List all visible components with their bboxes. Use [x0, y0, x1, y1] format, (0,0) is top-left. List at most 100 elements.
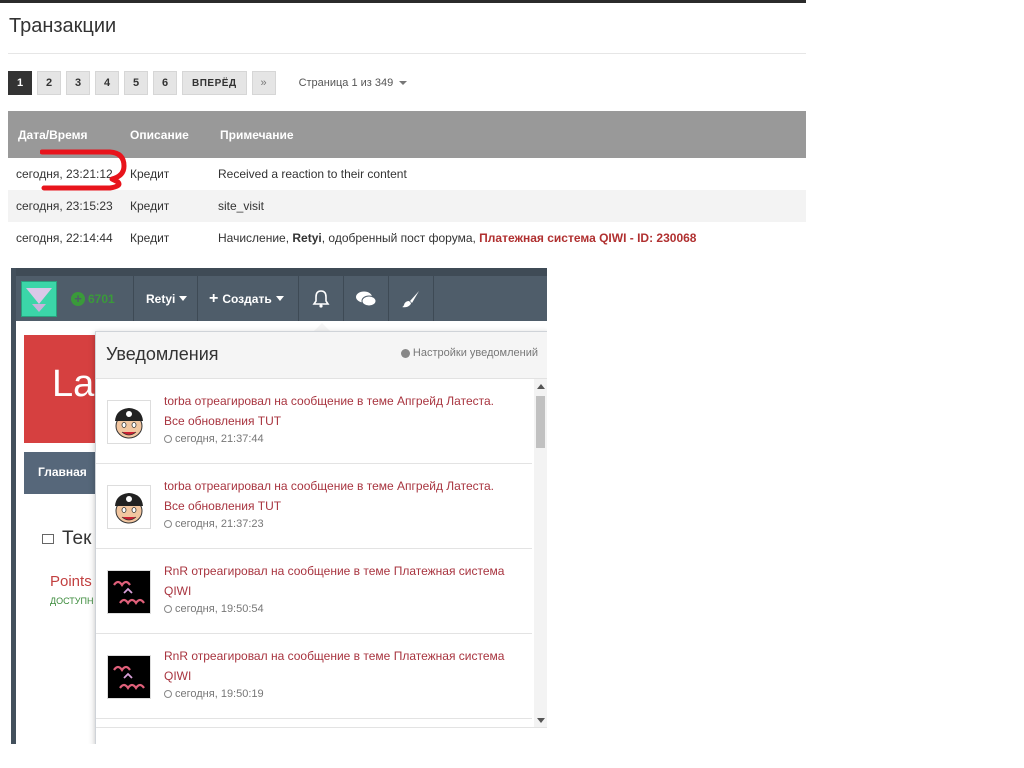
create-label: Создать — [222, 291, 272, 306]
notification-line: RnR отреагировал на сообщение в теме Пла… — [164, 564, 505, 578]
time-label: сегодня, 21:37:44 — [175, 433, 264, 445]
list-item[interactable]: RnR отреагировал на сообщение в теме Пла… — [96, 549, 532, 634]
page-button-2[interactable]: 2 — [37, 71, 61, 95]
note-prefix: Начисление, — [218, 231, 293, 245]
background-banner-text: La — [52, 363, 95, 405]
notification-time: сегодня, 19:50:54 — [164, 603, 264, 615]
notification-thread: QIWI — [164, 584, 192, 598]
torba-avatar[interactable] — [107, 400, 151, 444]
notification-line: torba отреагировал на сообщение в теме А… — [164, 394, 494, 408]
nav-home-tab[interactable]: Главная — [38, 465, 87, 479]
notification-time: сегодня, 21:37:23 — [164, 518, 264, 530]
rock-n-roll-logo-icon — [108, 571, 150, 613]
plus-icon: + — [209, 289, 219, 307]
screenshot-left-edge — [11, 268, 16, 744]
notification-thread: QIWI — [164, 669, 192, 683]
cartoon-face-icon — [115, 408, 143, 439]
row-note: Начисление, Retyi, одобренный пост форум… — [218, 222, 806, 254]
list-item[interactable]: torba отреагировал на сообщение в теме А… — [96, 379, 532, 464]
notification-thread: Все обновления TUT — [164, 414, 282, 428]
next-page-button[interactable]: ВПЕРЁД — [182, 71, 247, 95]
points-counter[interactable]: + 6701 — [71, 276, 115, 321]
page-button-6[interactable]: 6 — [153, 71, 177, 95]
rock-n-roll-logo-icon — [108, 656, 150, 698]
rnr-avatar[interactable] — [107, 655, 151, 699]
clock-icon — [164, 605, 172, 613]
notifications-scrollbar[interactable] — [534, 379, 547, 727]
table-row: сегодня, 23:15:23 Кредит site_visit — [8, 190, 806, 222]
notification-settings-link[interactable]: Настройки уведомлений — [400, 347, 538, 359]
user-menu[interactable]: Retyi — [133, 276, 198, 321]
torba-avatar[interactable] — [107, 485, 151, 529]
section-title-text: Тек — [62, 528, 92, 549]
background-available-label: ДОСТУПН — [50, 596, 94, 606]
points-value: 6701 — [88, 291, 115, 306]
cartoon-face-icon — [115, 493, 143, 524]
scroll-thumb[interactable] — [536, 396, 545, 448]
time-label: сегодня, 19:50:54 — [175, 603, 264, 615]
plus-circle-icon: + — [71, 291, 85, 306]
money-icon — [42, 534, 54, 544]
header-description: Описание — [130, 111, 218, 158]
header-note: Примечание — [218, 111, 806, 158]
clock-icon — [164, 690, 172, 698]
page-button-1[interactable]: 1 — [8, 71, 32, 95]
notification-settings-label: Настройки уведомлений — [412, 347, 538, 359]
background-section-title: Тек — [42, 528, 91, 550]
conversations-button[interactable] — [344, 276, 389, 321]
row-description: Кредит — [130, 190, 218, 222]
brush-icon — [402, 290, 419, 307]
notifications-button[interactable] — [299, 276, 344, 321]
pagination: 1 2 3 4 5 6 ВПЕРЁД » Страница 1 из 349 — [8, 70, 408, 96]
notification-line: torba отреагировал на сообщение в теме А… — [164, 479, 494, 493]
page-button-3[interactable]: 3 — [66, 71, 90, 95]
page-button-4[interactable]: 4 — [95, 71, 119, 95]
notifications-footer — [96, 727, 547, 744]
page-info-label: Страница 1 из 349 — [298, 77, 394, 89]
gear-icon — [400, 348, 410, 358]
clock-icon — [164, 435, 172, 443]
row-date: сегодня, 22:14:44 — [16, 231, 113, 245]
note-user-link[interactable]: Retyi — [292, 231, 321, 245]
notifications-list: torba отреагировал на сообщение в теме А… — [96, 379, 532, 719]
scroll-down-arrow-icon[interactable] — [537, 718, 545, 723]
notification-text[interactable]: torba отреагировал на сообщение в теме А… — [164, 391, 514, 431]
red-annotation-mark — [40, 149, 127, 191]
scroll-up-arrow-icon[interactable] — [537, 384, 545, 389]
notifications-popup: Уведомления Настройки уведомлений torba … — [95, 331, 547, 744]
dropdown-caret-icon — [179, 296, 188, 301]
title-divider — [8, 53, 806, 54]
last-page-button[interactable]: » — [251, 71, 276, 95]
top-nav-strip — [0, 0, 806, 3]
dropdown-caret-icon — [275, 296, 284, 301]
notifications-header: Уведомления Настройки уведомлений — [96, 332, 547, 379]
notification-text[interactable]: RnR отреагировал на сообщение в теме Пла… — [164, 561, 514, 601]
time-label: сегодня, 19:50:19 — [175, 688, 264, 700]
clock-icon — [164, 520, 172, 528]
background-points-link[interactable]: Points — [50, 573, 92, 590]
bell-icon — [312, 289, 330, 308]
avatar-image-icon — [22, 282, 56, 316]
table-row: сегодня, 22:14:44 Кредит Начисление, Ret… — [8, 222, 806, 254]
user-avatar[interactable] — [21, 281, 57, 317]
row-description: Кредит — [130, 231, 170, 245]
notification-text[interactable]: torba отреагировал на сообщение в теме А… — [164, 476, 514, 516]
time-label: сегодня, 21:37:23 — [175, 518, 264, 530]
list-item[interactable]: torba отреагировал на сообщение в теме А… — [96, 464, 532, 549]
style-chooser-button[interactable] — [389, 276, 434, 321]
notification-text[interactable]: RnR отреагировал на сообщение в теме Пла… — [164, 646, 514, 686]
page-jump-dropdown[interactable]: Страница 1 из 349 — [299, 77, 408, 89]
page-title: Транзакции — [9, 15, 117, 37]
create-menu[interactable]: + Создать — [198, 276, 299, 321]
notification-time: сегодня, 21:37:44 — [164, 433, 264, 445]
notification-line: RnR отреагировал на сообщение в теме Пла… — [164, 649, 505, 663]
notification-time: сегодня, 19:50:19 — [164, 688, 264, 700]
note-thread-link[interactable]: Платежная система QIWI - ID: 230068 — [479, 231, 696, 245]
forum-navbar: + 6701 Retyi + Создать — [16, 276, 547, 321]
caret-down-icon — [399, 81, 408, 85]
note-middle: , одобренный пост форума, — [321, 231, 480, 245]
page-button-5[interactable]: 5 — [124, 71, 148, 95]
list-item[interactable]: RnR отреагировал на сообщение в теме Пла… — [96, 634, 532, 719]
rnr-avatar[interactable] — [107, 570, 151, 614]
row-description: Кредит — [130, 167, 170, 181]
